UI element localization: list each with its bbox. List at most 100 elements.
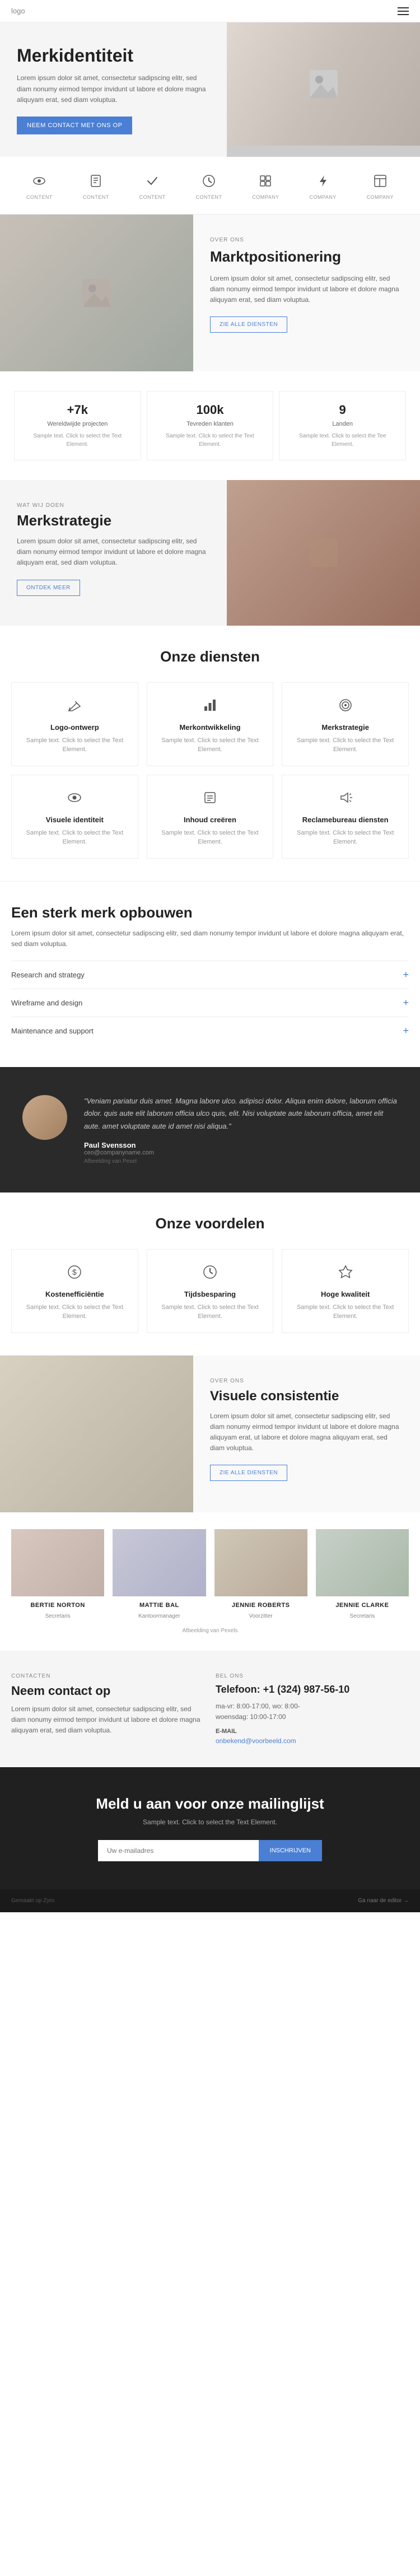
- visuele-placeholder-icon: [80, 1417, 114, 1451]
- accordion-plus-1: +: [403, 997, 409, 1009]
- contact-hours-2: woensdag: 10:00-17:00: [216, 1712, 409, 1722]
- contact-left-label: CONTACTEN: [11, 1673, 204, 1679]
- team-avatar-0: [11, 1529, 104, 1596]
- visuele-title: Visuele consistentie: [210, 1389, 403, 1404]
- testimonial-author: Paul Svensson: [84, 1141, 398, 1149]
- testimonial-content: "Veniam pariatur duis amet. Magna labore…: [84, 1095, 398, 1164]
- stat-text-0: Sample text. Click to select the Text El…: [26, 432, 129, 449]
- icon-label-3: CONTENT: [195, 194, 222, 200]
- sterk-merk-section: Een sterk merk opbouwen Lorem ipsum dolo…: [0, 881, 420, 1067]
- accordion-item-0[interactable]: Research and strategy +: [11, 961, 409, 989]
- dienst-title-1: Merkontwikkeling: [158, 723, 262, 732]
- voordeel-text-1: Sample text. Click to select the Text El…: [158, 1303, 262, 1321]
- stat-item-0: +7k Wereldwijde projecten Sample text. C…: [14, 391, 141, 460]
- dienst-card-2: Merkstrategie Sample text. Click to sele…: [282, 682, 409, 766]
- team-role-3: Secretaris: [349, 1613, 375, 1619]
- icon-label-2: CONTENT: [139, 194, 166, 200]
- accordion-plus-0: +: [403, 969, 409, 981]
- dienst-title-3: Visuele identiteit: [23, 816, 127, 824]
- footer: Gemaakt op Zyro Ga naar de editor →: [0, 1889, 420, 1912]
- merkstrategie-text-block: WAT WIJ DOEN Merkstrategie Lorem ipsum d…: [0, 480, 227, 626]
- accordion-label-0: Research and strategy: [11, 971, 85, 979]
- testimonial-role: ceo@companyname.com: [84, 1149, 398, 1156]
- newsletter-email-input[interactable]: [98, 1840, 259, 1861]
- team-role-2: Voorzitter: [249, 1613, 273, 1619]
- over-ons-section: OVER ONS Marktpositionering Lorem ipsum …: [0, 215, 420, 371]
- contact-phone: Telefoon: +1 (324) 987-56-10: [216, 1684, 409, 1695]
- contact-email-label: E-MAIL: [216, 1728, 409, 1735]
- hamburger-menu[interactable]: [398, 7, 409, 15]
- newsletter-description: Sample text. Click to select the Text El…: [11, 1818, 409, 1826]
- stat-label-2: Landen: [291, 421, 394, 427]
- coin-icon: $: [63, 1261, 86, 1283]
- diensten-section: Onze diensten Logo-ontwerp Sample text. …: [0, 626, 420, 881]
- accordion-label-2: Maintenance and support: [11, 1027, 94, 1035]
- team-name-0: BERTIE NORTON: [11, 1602, 104, 1609]
- team-avatar-1: [113, 1529, 206, 1596]
- testimonial-section: "Veniam pariatur duis amet. Magna labore…: [0, 1067, 420, 1192]
- dienst-card-0: Logo-ontwerp Sample text. Click to selec…: [11, 682, 138, 766]
- merkstrategie-image: [227, 480, 420, 626]
- merkstrategie-small-label: WAT WIJ DOEN: [17, 502, 210, 509]
- team-name-2: JENNIE ROBERTS: [214, 1602, 307, 1609]
- newsletter-title: Meld u aan voor onze mailinglijst: [11, 1795, 409, 1813]
- newsletter-section: Meld u aan voor onze mailinglijst Sample…: [0, 1767, 420, 1889]
- team-avatar-2: [214, 1529, 307, 1596]
- stat-item-1: 100k Tevreden klanten Sample text. Click…: [147, 391, 274, 460]
- dienst-title-0: Logo-ontwerp: [23, 723, 127, 732]
- contact-left-title: Neem contact op: [11, 1684, 204, 1698]
- contact-left-description: Lorem ipsum dolor sit amet, consectetur …: [11, 1704, 204, 1736]
- testimonial-quote: "Veniam pariatur duis amet. Magna labore…: [84, 1095, 398, 1132]
- megaphone-icon: [334, 786, 357, 809]
- dienst-text-0: Sample text. Click to select the Text El…: [23, 736, 127, 754]
- team-member-1: MATTIE BAL Kantoormanager: [113, 1529, 206, 1619]
- dienst-card-5: Reclamebureau diensten Sample text. Clic…: [282, 775, 409, 859]
- accordion-label-1: Wireframe and design: [11, 999, 82, 1007]
- visuele-cta-button[interactable]: ZIE ALLE DIENSTEN: [210, 1465, 287, 1481]
- footer-right[interactable]: Ga naar de editor →: [358, 1898, 409, 1904]
- testimonial-avatar: [22, 1095, 67, 1140]
- hero-section: Merkidentiteit Lorem ipsum dolor sit ame…: [0, 22, 420, 157]
- grid-icon: [255, 171, 276, 191]
- logo: logo: [11, 7, 25, 15]
- sterk-merk-description: Lorem ipsum dolor sit amet, consectetur …: [11, 928, 409, 949]
- clock2-icon: [199, 1261, 221, 1283]
- accordion-item-1[interactable]: Wireframe and design +: [11, 989, 409, 1017]
- icon-item-0: CONTENT: [26, 171, 53, 200]
- team-member-0: BERTIE NORTON Secretaris: [11, 1529, 104, 1619]
- stat-text-1: Sample text. Click to select the Text El…: [158, 432, 262, 449]
- team-section: BERTIE NORTON Secretaris MATTIE BAL Kant…: [0, 1512, 420, 1651]
- voordelen-section: Onze voordelen $ Kostenefficiëntie Sampl…: [0, 1192, 420, 1355]
- stat-label-1: Tevreden klanten: [158, 421, 262, 427]
- over-ons-description: Lorem ipsum dolor sit amet, consectetur …: [210, 273, 403, 306]
- merkstrategie-cta-button[interactable]: ONTDEK MEER: [17, 580, 80, 596]
- chart-icon: [199, 694, 221, 716]
- accordion-item-2[interactable]: Maintenance and support +: [11, 1017, 409, 1045]
- contact-hours-1: ma-vr: 8:00-17:00, wo: 8:00-: [216, 1701, 409, 1712]
- team-name-3: JENNIE CLARKE: [316, 1602, 409, 1609]
- team-caption: Afbeelding van Pexels: [11, 1628, 409, 1634]
- newsletter-submit-button[interactable]: INSCHRIJVEN: [259, 1840, 322, 1861]
- over-ons-cta-button[interactable]: ZIE ALLE DIENSTEN: [210, 316, 287, 333]
- team-grid: BERTIE NORTON Secretaris MATTIE BAL Kant…: [11, 1529, 409, 1619]
- dienst-title-2: Merkstrategie: [293, 723, 397, 732]
- book-icon: [86, 171, 106, 191]
- newsletter-form: INSCHRIJVEN: [98, 1840, 322, 1861]
- sterk-merk-title: Een sterk merk opbouwen: [11, 904, 409, 921]
- hero-cta-button[interactable]: NEEM CONTACT MET ONS OP: [17, 117, 132, 134]
- hero-text-block: Merkidentiteit Lorem ipsum dolor sit ame…: [0, 22, 227, 157]
- dienst-title-4: Inhoud creëren: [158, 816, 262, 824]
- voordeel-title-1: Tijdsbesparing: [158, 1290, 262, 1298]
- merkstrategie-title: Merkstrategie: [17, 512, 210, 529]
- dienst-text-4: Sample text. Click to select the Text El…: [158, 828, 262, 847]
- icon-item-1: CONTENT: [83, 171, 109, 200]
- stat-item-2: 9 Landen Sample text. Click to select th…: [279, 391, 406, 460]
- icon-item-4: COMPANY: [252, 171, 279, 200]
- dienst-text-1: Sample text. Click to select the Text El…: [158, 736, 262, 754]
- dienst-card-1: Merkontwikkeling Sample text. Click to s…: [147, 682, 274, 766]
- check-icon: [142, 171, 162, 191]
- contact-right: BEL ONS Telefoon: +1 (324) 987-56-10 ma-…: [216, 1673, 409, 1745]
- team-member-2: JENNIE ROBERTS Voorzitter: [214, 1529, 307, 1619]
- svg-text:$: $: [72, 1268, 77, 1277]
- over-ons-title: Marktpositionering: [210, 248, 403, 267]
